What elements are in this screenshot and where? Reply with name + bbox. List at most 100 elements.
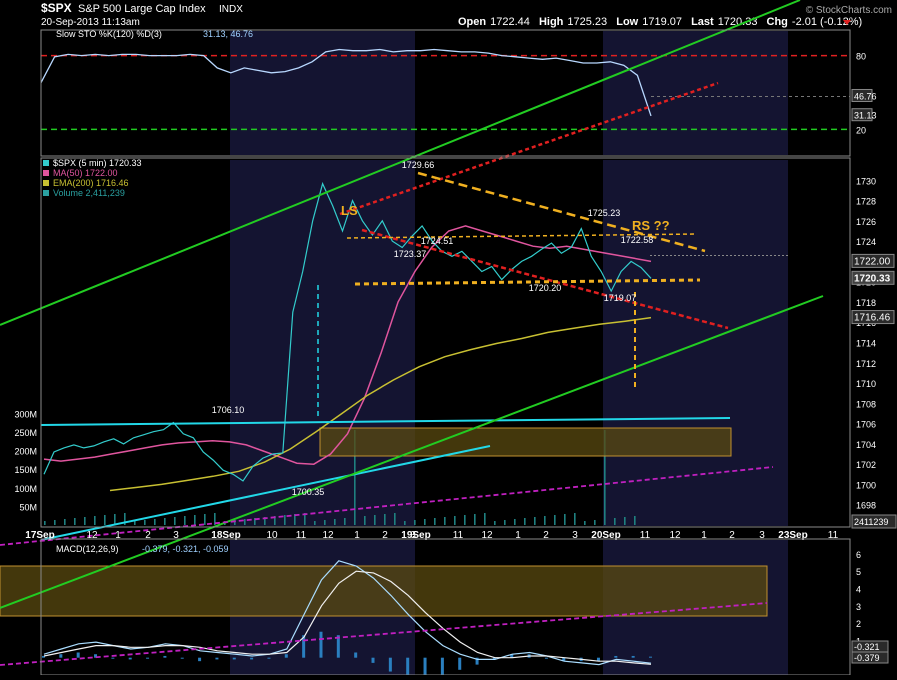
macd-histogram-bar — [631, 655, 635, 658]
point-label-1: 1725.23 — [588, 208, 621, 218]
point-label-7: 1706.10 — [212, 405, 245, 415]
macd-tick-2: 2 — [856, 619, 861, 629]
macd-histogram-bar — [284, 654, 288, 658]
open-value: 1722.44 — [490, 16, 530, 28]
price-right-label-0: 1722.00 — [854, 256, 891, 267]
volume-tick-250M: 250M — [14, 428, 37, 438]
price-tick-1724: 1724 — [856, 237, 876, 247]
macd-histogram-bar — [232, 657, 236, 660]
price-tick-1728: 1728 — [856, 197, 876, 207]
price-tick-1714: 1714 — [856, 339, 876, 349]
ohlc-readout: Open 1722.44 High 1725.23 Low 1719.07 Last 1… — [458, 16, 862, 28]
stockchart-svg: $SPX S&P 500 Large Cap Index INDX 20-Sep… — [0, 0, 897, 677]
point-label-5: 1720.20 — [529, 283, 562, 293]
symbol-exchange: INDX — [219, 4, 243, 15]
sto-tick-80: 80 — [856, 52, 866, 62]
volume-bar — [524, 518, 526, 525]
macd-histogram-bar — [319, 631, 323, 658]
volume-bar — [204, 514, 206, 525]
sto-last-label-0: 46.76 — [854, 91, 877, 101]
legend-entry-2: EMA(200) 1716.46 — [53, 178, 129, 188]
macd-histogram-bar — [128, 657, 132, 660]
macd-histogram-bar — [614, 655, 618, 658]
volume-bar — [464, 515, 466, 525]
legend-entry-0: $SPX (5 min) 1720.33 — [53, 158, 142, 168]
volume-bar — [494, 521, 496, 525]
volume-bar — [594, 520, 596, 525]
watermark: © StockCharts.com — [806, 5, 892, 16]
legend-swatch-1 — [43, 170, 49, 176]
price-shade-1 — [230, 160, 415, 526]
macd-title: MACD(12,26,9) — [56, 544, 119, 554]
macd-histogram-bar — [354, 652, 358, 658]
macd-histogram-bar — [180, 657, 184, 659]
sto-shade-2 — [603, 31, 788, 155]
macd-histogram-bar — [76, 652, 80, 658]
volume-bar — [364, 516, 366, 525]
macd-histogram-bar — [371, 657, 375, 663]
rs-label: RS ?? — [632, 218, 670, 233]
sto-last-label-1: 31.13 — [854, 111, 877, 121]
volume-bar — [624, 517, 626, 525]
low-label: Low — [616, 16, 638, 28]
macd-histogram-bar — [458, 657, 462, 670]
point-label-4: 1722.58 — [621, 235, 654, 245]
volume-bar — [404, 521, 406, 525]
price-tick-1698: 1698 — [856, 501, 876, 511]
volume-tick-150M: 150M — [14, 465, 37, 475]
macd-histogram-bar — [267, 657, 271, 659]
macd-histogram-bar — [250, 657, 254, 660]
volume-tick-200M: 200M — [14, 447, 37, 457]
price-tick-1700: 1700 — [856, 480, 876, 490]
legend-swatch-2 — [43, 180, 49, 186]
volume-bar — [534, 517, 536, 525]
price-right-label-2: 1716.46 — [854, 313, 891, 324]
last-label: Last — [691, 16, 714, 28]
price-tick-1708: 1708 — [856, 399, 876, 409]
macd-histogram-bar — [406, 657, 410, 677]
volume-tick-300M: 300M — [14, 409, 37, 419]
volume-bar — [504, 520, 506, 525]
volume-bar — [574, 513, 576, 525]
volume-bar — [394, 513, 396, 525]
volume-bar — [164, 518, 166, 525]
macd-histogram-bar — [146, 657, 150, 659]
volume-bar — [344, 518, 346, 525]
open-label: Open — [458, 16, 486, 28]
point-label-3: 1723.37 — [394, 249, 427, 259]
volume-tick-100M: 100M — [14, 484, 37, 494]
volume-bar — [454, 516, 456, 525]
point-label-8: 1700.35 — [292, 487, 325, 497]
low-value: 1719.07 — [642, 16, 682, 28]
macd-last-label-1: -0.379 — [854, 653, 880, 663]
volume-bar — [614, 518, 616, 525]
macd-histogram-bar — [215, 657, 219, 660]
volume-bar — [194, 515, 196, 525]
legend-entry-3: Volume 2,411,239 — [53, 188, 125, 198]
volume-bar — [414, 520, 416, 525]
volume-bar — [444, 517, 446, 525]
volume-bar — [314, 521, 316, 525]
macd-histogram-bar — [440, 657, 444, 675]
macd-tick-4: 4 — [856, 584, 861, 594]
point-label-2: 1724.51 — [421, 236, 454, 246]
volume-bar — [424, 519, 426, 525]
legend-swatch-3 — [43, 190, 49, 196]
volume-bar — [74, 518, 76, 525]
volume-bar — [244, 519, 246, 525]
volume-bar — [44, 521, 46, 525]
volume-bar — [544, 516, 546, 525]
macd-histogram-bar — [544, 657, 548, 659]
macd-histogram-bar — [111, 657, 115, 659]
volume-bar — [174, 517, 176, 525]
volume-bar — [634, 516, 636, 525]
volume-bar — [144, 520, 146, 525]
volume-bar — [514, 519, 516, 525]
macd-legend-values: -0.379, -0.321, -0.059 — [142, 544, 229, 554]
price-right-label-1: 1720.33 — [854, 273, 891, 284]
volume-bar — [434, 518, 436, 525]
point-label-0: 1729.66 — [402, 160, 435, 170]
sto-tick-20: 20 — [856, 125, 866, 135]
volume-bar — [334, 519, 336, 525]
volume-bar — [84, 517, 86, 525]
